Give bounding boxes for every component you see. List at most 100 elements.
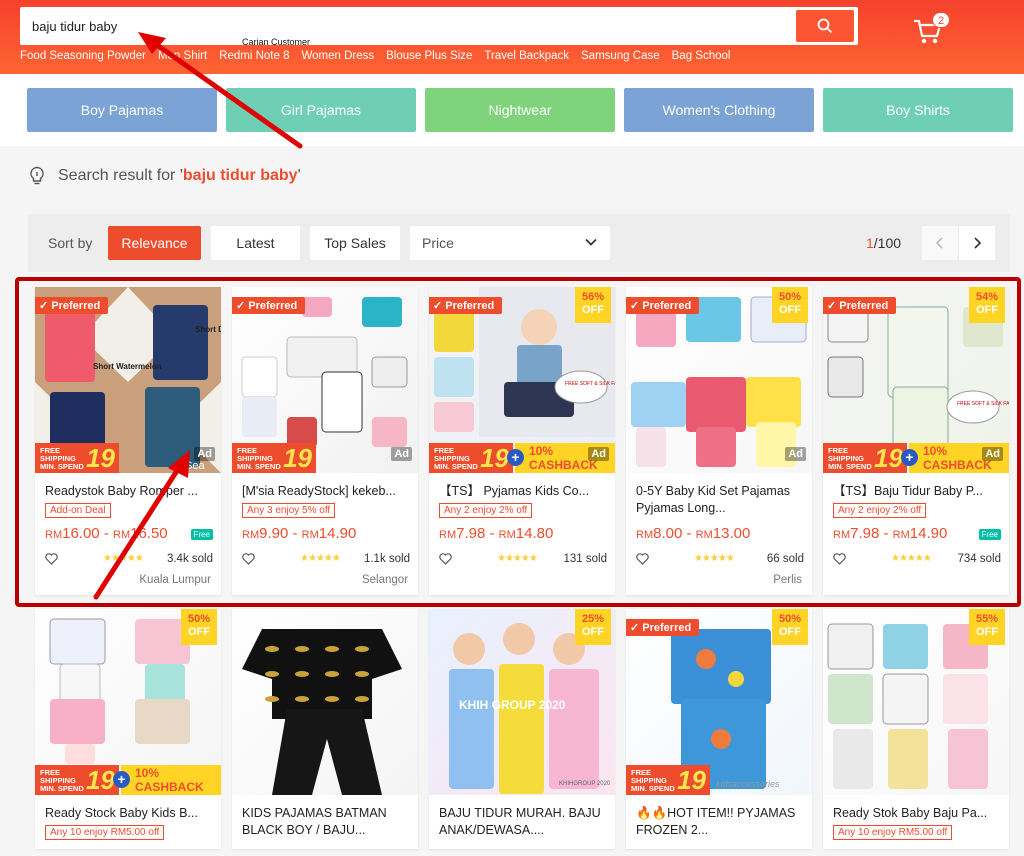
cashback-badge: +10% CASHBACK — [113, 765, 221, 795]
sort-top-sales-button[interactable]: Top Sales — [310, 226, 400, 260]
category-button-boy-pajamas[interactable]: Boy Pajamas — [27, 88, 217, 132]
sold-count: 131 sold — [563, 553, 607, 565]
chevron-right-icon — [974, 237, 982, 249]
price-range: RM9.90 - RM14.90 — [242, 525, 357, 542]
product-card[interactable]: 50% OFF FREE SHIPPING MIN. SPEND 19 +10% CAS… — [35, 609, 221, 849]
product-card[interactable]: 55% OFF Ready Stok Baby Baju Pa... Any 10 e… — [823, 609, 1009, 849]
sort-relevance-button[interactable]: Relevance — [108, 226, 201, 260]
discount-badge: 50% OFF — [772, 287, 808, 323]
prev-page-button[interactable] — [922, 226, 958, 260]
keyword-link[interactable]: Blouse Plus Size — [386, 50, 472, 62]
preferred-badge: ✓ Preferred — [35, 297, 109, 314]
product-image[interactable]: Short Watermelon Short Dino Sea ✓ Preferred… — [35, 287, 221, 473]
product-name[interactable]: [M'sia ReadyStock] kekeb... — [242, 483, 410, 500]
heart-icon[interactable] — [439, 553, 452, 565]
heart-icon[interactable] — [636, 553, 649, 565]
product-name[interactable]: BAJU TIDUR MURAH. BAJU ANAK/DEWASA.... — [439, 805, 607, 839]
product-card[interactable]: FREE SOFT & SILK FABRIC ✓ Preferred 54%OFF… — [823, 287, 1009, 595]
search-button[interactable] — [796, 10, 854, 42]
keyword-link[interactable]: Women Dress — [301, 50, 374, 62]
price-range: RM7.98 - RM14.90 — [833, 525, 948, 542]
heart-icon[interactable] — [242, 553, 255, 565]
search-input[interactable] — [32, 7, 792, 45]
price-sort-select[interactable]: Price — [410, 226, 610, 260]
free-shipping-badge: FREE SHIPPING MIN. SPEND 19 — [823, 443, 907, 473]
cart-count-badge: 2 — [932, 12, 951, 28]
discount-badge: 55% OFF — [969, 609, 1005, 645]
search-result-heading: Search result for 'baju tidur baby' — [28, 166, 301, 186]
free-shipping-badge: FREE SHIPPING MIN. SPEND 19 — [429, 443, 513, 473]
svg-text:KHIH GROUP 2020: KHIH GROUP 2020 — [459, 698, 566, 712]
product-image[interactable]: KHIH GROUP 2020 KHIHGROUP 2020 25% OFF — [429, 609, 615, 795]
svg-text:Short Dino: Short Dino — [195, 325, 221, 334]
keyword-link[interactable]: Samsung Case — [581, 50, 660, 62]
product-image[interactable] — [232, 609, 418, 795]
keyword-link[interactable]: Bag School — [672, 50, 731, 62]
product-image[interactable]: ✓ Preferred 50% OFF Ad — [626, 287, 812, 473]
product-name[interactable]: 0-5Y Baby Kid Set Pajamas Pyjamas Long..… — [636, 483, 804, 517]
free-shipping-badge: FREE SHIPPING MIN. SPEND 19 — [232, 443, 316, 473]
product-image[interactable]: FREE SOFT & SILK FABRIC ✓ Preferred 54%OFF… — [823, 287, 1009, 473]
promo-tag: Any 10 enjoy RM5.00 off — [45, 825, 165, 840]
promo-tag: Any 10 enjoy RM5.00 off — [833, 825, 953, 840]
result-prefix: Search result for ' — [58, 167, 183, 184]
promo-tag: Any 2 enjoy 2% off — [439, 503, 533, 518]
category-button-girl-pajamas[interactable]: Girl Pajamas — [226, 88, 416, 132]
product-card[interactable]: KIDS PAJAMAS BATMAN BLACK BOY / BAJU... — [232, 609, 418, 849]
product-name[interactable]: 【TS】 Pyjamas Kids Co... — [439, 483, 607, 500]
product-image[interactable]: 55% OFF — [823, 609, 1009, 795]
product-card[interactable]: FREE SOFT & SILK FABRIC ✓ Preferred 56%OFF… — [429, 287, 615, 595]
product-card[interactable]: KHIH GROUP 2020 KHIHGROUP 2020 25% OFF BAJU … — [429, 609, 615, 849]
product-name[interactable]: KIDS PAJAMAS BATMAN BLACK BOY / BAJU... — [242, 805, 410, 839]
keyword-link[interactable]: Men Shirt — [158, 50, 207, 62]
cart-button[interactable]: 2 — [912, 12, 952, 50]
product-name[interactable]: Readystok Baby Romper ... — [45, 483, 213, 500]
star-rating-icon: ★★★★★ — [891, 553, 932, 564]
preferred-badge: ✓ Preferred — [823, 297, 897, 314]
product-name[interactable]: 🔥🔥HOT ITEM!! PYJAMAS FROZEN 2... — [636, 805, 804, 839]
free-shipping-badge: FREE SHIPPING MIN. SPEND 19 — [35, 765, 119, 795]
ad-label: Ad — [982, 447, 1003, 461]
promo-tag: Add-on Deal — [45, 503, 111, 518]
product-name[interactable]: Ready Stok Baby Baju Pa... — [833, 805, 1001, 822]
product-image[interactable]: FREE SOFT & SILK FABRIC ✓ Preferred 56%OFF… — [429, 287, 615, 473]
product-image[interactable]: 50% OFF FREE SHIPPING MIN. SPEND 19 +10% CAS… — [35, 609, 221, 795]
product-card[interactable]: ✓ Preferred 50% OFF Ad 0-5Y Baby Kid Set Paj… — [626, 287, 812, 595]
product-card[interactable]: Short Watermelon Short Dino Sea ✓ Preferred… — [35, 287, 221, 595]
ad-label: Ad — [194, 447, 215, 461]
result-keyword: baju tidur baby — [182, 167, 298, 184]
rating-row: ★★★★★ 1.1k sold — [242, 553, 410, 567]
product-name[interactable]: Ready Stock Baby Kids B... — [45, 805, 213, 822]
product-image[interactable]: ✓ Preferred FREE SHIPPING MIN. SPEND 19 Ad — [232, 287, 418, 473]
discount-badge: 50% OFF — [181, 609, 217, 645]
category-button-womens-clothing[interactable]: Women's Clothing — [624, 88, 814, 132]
free-shipping-badge: FREE SHIPPING MIN. SPEND 19 — [35, 443, 119, 473]
top-header: Carian Customer 2 Food Seasoning Powder … — [0, 0, 1024, 74]
product-image[interactable]: kidsaccessories ✓ Preferred 50% OFF FREE SHI… — [626, 609, 812, 795]
heart-icon[interactable] — [833, 553, 846, 565]
ad-label: Ad — [785, 447, 806, 461]
discount-badge: 25% OFF — [575, 609, 611, 645]
free-shipping-icon: Free — [190, 529, 213, 540]
star-rating-icon: ★★★★★ — [103, 553, 144, 564]
trending-keywords: Food Seasoning Powder Men Shirt Redmi No… — [20, 50, 730, 62]
heart-icon[interactable] — [45, 553, 58, 565]
keyword-link[interactable]: Travel Backpack — [484, 50, 569, 62]
svg-text:Sea: Sea — [185, 460, 205, 472]
star-rating-icon: ★★★★★ — [497, 553, 538, 564]
page-indicator: 1/100 — [866, 235, 901, 251]
sort-label: Sort by — [48, 235, 93, 251]
svg-text:FREE SOFT & SILK FABRIC: FREE SOFT & SILK FABRIC — [565, 381, 615, 387]
category-button-nightwear[interactable]: Nightwear — [425, 88, 615, 132]
category-button-boy-shirts[interactable]: Boy Shirts — [823, 88, 1013, 132]
product-name[interactable]: 【TS】Baju Tidur Baby P... — [833, 483, 1001, 500]
sold-count: 734 sold — [957, 553, 1001, 565]
keyword-link[interactable]: Redmi Note 8 — [219, 50, 289, 62]
keyword-link[interactable]: Food Seasoning Powder — [20, 50, 146, 62]
product-card[interactable]: ✓ Preferred FREE SHIPPING MIN. SPEND 19 Ad [… — [232, 287, 418, 595]
ad-label: Ad — [391, 447, 412, 461]
promo-tag: Any 2 enjoy 2% off — [833, 503, 927, 518]
product-card[interactable]: kidsaccessories ✓ Preferred 50% OFF FREE SHI… — [626, 609, 812, 849]
next-page-button[interactable] — [959, 226, 995, 260]
sort-latest-button[interactable]: Latest — [211, 226, 300, 260]
